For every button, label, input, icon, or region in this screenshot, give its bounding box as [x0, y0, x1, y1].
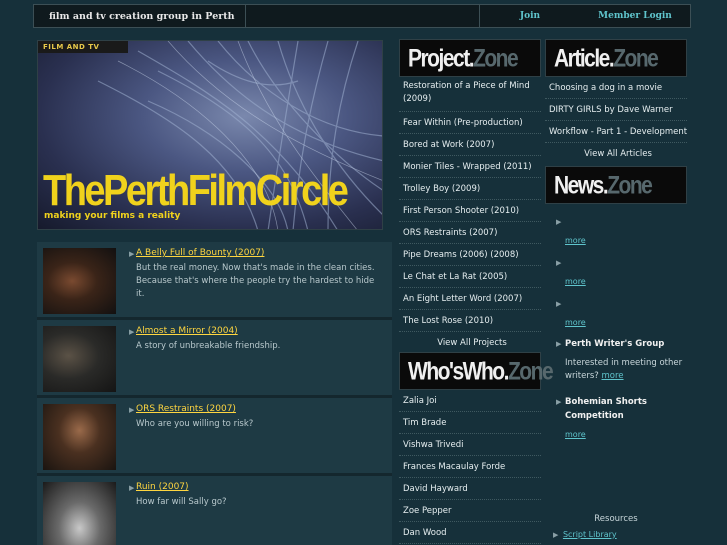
top-bar: film and tv creation group in Perth Join… [33, 4, 691, 28]
film-item: ▶ ORS Restraints (2007) Who are you will… [37, 398, 392, 476]
news-more-link[interactable]: more [565, 318, 586, 327]
whos-who-zone: Who'sWho.Zone Zalia Joi Tim Brade Vishwa… [399, 352, 554, 544]
film-description: Who are you willing to risk? [136, 419, 254, 429]
news-more-link[interactable]: more [565, 430, 586, 439]
article-link[interactable]: Choosing a dog in a movie [545, 77, 687, 99]
zone-heading-suffix: Zone [613, 45, 659, 73]
film-item: ▶ Ruin (2007) How far will Sally go? [37, 476, 392, 545]
zone-heading-word: News. [554, 172, 609, 200]
news-zone: News.Zone ▶ more ▶ more ▶ more ▶ Perth W… [545, 166, 687, 440]
project-link[interactable]: First Person Shooter (2010) [399, 200, 541, 222]
bullet-arrow-icon: ▶ [556, 218, 562, 226]
film-description: A story of unbreakable friendship. [136, 341, 281, 351]
whos-who-zone-header: Who'sWho.Zone [399, 352, 554, 390]
news-item-text: Interested in meeting other writers? mor… [545, 357, 687, 383]
project-link[interactable]: Monier Tiles - Wrapped (2011) [399, 156, 541, 178]
member-link[interactable]: Dan Wood [399, 522, 541, 544]
script-library-item: ▶ Script Library [553, 530, 617, 539]
project-link[interactable]: Le Chat et La Rat (2005) [399, 266, 541, 288]
bullet-arrow-icon: ▶ [129, 484, 135, 492]
zone-heading-word: Who'sWho. [408, 358, 509, 386]
film-description: But the real money. Now that's made in t… [136, 263, 375, 299]
film-thumbnail[interactable] [43, 326, 116, 392]
film-description: How far will Sally go? [136, 497, 227, 507]
project-link[interactable]: Pipe Dreams (2006) (2008) [399, 244, 541, 266]
member-link[interactable]: Zoe Pepper [399, 500, 541, 522]
film-item: ▶ Almost a Mirror (2004) A story of unbr… [37, 320, 392, 398]
bullet-arrow-icon: ▶ [556, 398, 562, 406]
film-title-link[interactable]: A Belly Full of Bounty (2007) [136, 248, 264, 258]
resources-heading: Resources [594, 514, 638, 524]
project-link[interactable]: An Eight Letter Word (2007) [399, 288, 541, 310]
member-link[interactable]: Tim Brade [399, 412, 541, 434]
article-zone: Article.Zone Choosing a dog in a movie D… [545, 39, 687, 165]
news-more-link[interactable]: more [565, 236, 586, 245]
zone-heading-suffix: Zone [473, 45, 519, 73]
view-all-articles-link[interactable]: View All Articles [545, 143, 687, 165]
bullet-arrow-icon: ▶ [556, 300, 562, 308]
article-zone-header: Article.Zone [545, 39, 687, 77]
member-login-link[interactable]: Member Login [580, 11, 690, 21]
article-link[interactable]: Workflow - Part 1 - Development [545, 121, 687, 143]
film-list: ▶ A Belly Full of Bounty (2007) But the … [37, 242, 392, 545]
project-link[interactable]: Bored at Work (2007) [399, 134, 541, 156]
site-banner[interactable]: FILM AND TV ThePerthFilmCircle making yo… [37, 40, 383, 230]
bullet-arrow-icon: ▶ [129, 250, 135, 258]
site-tagline: film and tv creation group in Perth [34, 5, 246, 27]
member-link[interactable]: David Hayward [399, 478, 541, 500]
news-item: ▶ more [545, 292, 687, 333]
project-zone-header: Project.Zone [399, 39, 541, 77]
member-link[interactable]: Vishwa Trivedi [399, 434, 541, 456]
project-link[interactable]: ORS Restraints (2007) [399, 222, 541, 244]
film-title-link[interactable]: Almost a Mirror (2004) [136, 326, 238, 336]
bullet-arrow-icon: ▶ [556, 259, 562, 267]
project-zone: Project.Zone Restoration of a Piece of M… [399, 39, 541, 354]
banner-subtitle: making your films a reality [44, 211, 181, 221]
article-link[interactable]: DIRTY GIRLS by Dave Warner [545, 99, 687, 121]
news-more-link[interactable]: more [565, 277, 586, 286]
project-link[interactable]: Fear Within (Pre-production) [399, 112, 541, 134]
news-item: ▶ more [545, 251, 687, 292]
news-item-more: more [545, 430, 687, 440]
bullet-arrow-icon: ▶ [556, 340, 562, 348]
film-title-link[interactable]: Ruin (2007) [136, 482, 189, 492]
bullet-arrow-icon: ▶ [553, 531, 559, 539]
project-link[interactable]: Restoration of a Piece of Mind (2009) [399, 77, 541, 112]
news-item-title: ▶ Perth Writer's Group [545, 337, 687, 351]
news-more-link[interactable]: more [602, 371, 624, 381]
bullet-arrow-icon: ▶ [129, 328, 135, 336]
top-bar-spacer [246, 5, 480, 27]
film-item: ▶ A Belly Full of Bounty (2007) But the … [37, 242, 392, 320]
member-link[interactable]: Zalia Joi [399, 390, 541, 412]
zone-heading-word: Project. [408, 45, 475, 73]
project-link[interactable]: The Lost Rose (2010) [399, 310, 541, 332]
zone-heading-word: Article. [554, 45, 615, 73]
project-link[interactable]: Trolley Boy (2009) [399, 178, 541, 200]
script-library-link[interactable]: Script Library [563, 530, 617, 539]
film-thumbnail[interactable] [43, 248, 116, 314]
join-link[interactable]: Join [480, 11, 580, 21]
film-title-link[interactable]: ORS Restraints (2007) [136, 404, 236, 414]
news-body-text: Interested in meeting other writers? [565, 358, 683, 381]
view-all-projects-link[interactable]: View All Projects [399, 332, 541, 354]
banner-title: ThePerthFilmCircle [43, 167, 349, 216]
news-title-text: Perth Writer's Group [565, 339, 665, 349]
news-zone-header: News.Zone [545, 166, 687, 204]
film-thumbnail[interactable] [43, 404, 116, 470]
news-item-title: ▶ Bohemian Shorts Competition [545, 395, 687, 423]
banner-badge: FILM AND TV [38, 41, 128, 53]
zone-heading-suffix: Zone [607, 172, 653, 200]
bullet-arrow-icon: ▶ [129, 406, 135, 414]
member-link[interactable]: Frances Macaulay Forde [399, 456, 541, 478]
news-title-text: Bohemian Shorts Competition [565, 397, 647, 421]
film-thumbnail[interactable] [43, 482, 116, 545]
news-item: ▶ more [545, 210, 687, 251]
